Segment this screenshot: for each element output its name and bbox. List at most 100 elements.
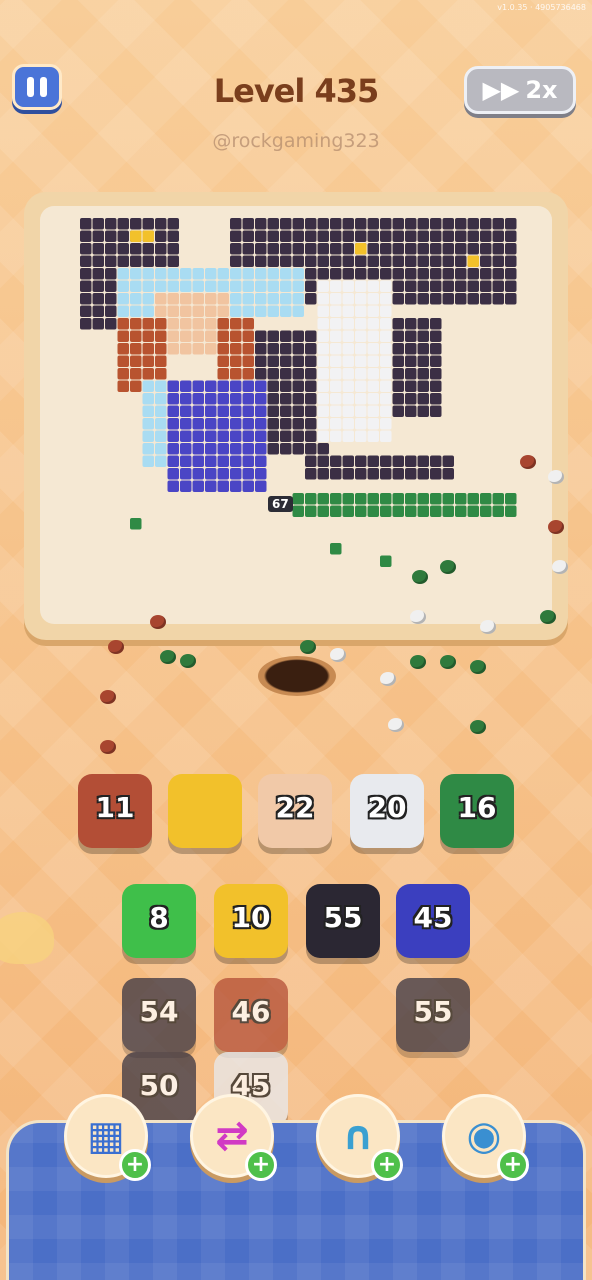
pixel-block	[142, 318, 154, 330]
pixel-block	[142, 343, 154, 355]
pixel-block	[242, 480, 254, 492]
pixel-block	[492, 268, 504, 280]
pixel-block	[442, 468, 454, 480]
ant	[480, 620, 496, 634]
pixel-block	[367, 493, 379, 505]
magnet-icon: ∩	[341, 1113, 375, 1159]
plus-icon[interactable]: +	[245, 1149, 277, 1181]
pixel-block	[167, 468, 179, 480]
plus-icon[interactable]: +	[119, 1149, 151, 1181]
pixel-block	[467, 280, 479, 292]
pixel-block	[155, 418, 167, 430]
pixel-block	[205, 455, 217, 467]
pixel-block	[330, 393, 342, 405]
pixel-block	[242, 343, 254, 355]
pixel-block	[230, 280, 242, 292]
ant-hole	[258, 656, 336, 696]
grid-tile[interactable]: 54	[122, 978, 196, 1052]
pixel-block	[180, 393, 192, 405]
pixel-block	[130, 355, 142, 367]
pixel-block	[380, 393, 392, 405]
pixel-block	[142, 255, 154, 267]
pixel-block	[380, 368, 392, 380]
pixel-block	[142, 368, 154, 380]
queue-tile[interactable]: 11	[78, 774, 152, 848]
pixel-block	[267, 368, 279, 380]
grid-tile[interactable]: 45	[396, 884, 470, 958]
pixel-block	[330, 255, 342, 267]
pixel-block	[455, 230, 467, 242]
pixel-block	[342, 418, 354, 430]
grid-tile[interactable]: 55	[306, 884, 380, 958]
pixel-block	[405, 455, 417, 467]
speed-button[interactable]: ▶▶ 2x	[464, 66, 576, 114]
pixel-block	[355, 230, 367, 242]
pixel-block	[292, 268, 304, 280]
queue-tile[interactable]: 22	[258, 774, 332, 848]
pixel-block	[92, 255, 104, 267]
pixel-block	[367, 330, 379, 342]
pixel-block	[155, 430, 167, 442]
pixel-block	[192, 330, 204, 342]
pixel-block	[367, 468, 379, 480]
booster-button[interactable]: ∩ +	[316, 1094, 403, 1181]
pixel-block	[342, 268, 354, 280]
pixel-block	[167, 218, 179, 230]
pixel-block	[242, 430, 254, 442]
pixel-block	[255, 418, 267, 430]
booster-button[interactable]: ▦ +	[64, 1094, 151, 1181]
queue-tile[interactable]: 16	[440, 774, 514, 848]
pixel-block	[280, 280, 292, 292]
pixel-block	[455, 255, 467, 267]
pixel-block	[405, 280, 417, 292]
pixel-block	[167, 230, 179, 242]
pixel-block	[430, 505, 442, 517]
pixel-block	[180, 468, 192, 480]
ant	[440, 560, 456, 574]
plus-icon[interactable]: +	[497, 1149, 529, 1181]
grid-tile[interactable]: 46	[214, 978, 288, 1052]
queue-tile[interactable]: 20	[350, 774, 424, 848]
queue-tile[interactable]	[168, 774, 242, 848]
pixel-block	[405, 218, 417, 230]
pixel-block	[380, 505, 392, 517]
pixel-block	[117, 268, 129, 280]
pixel-block	[417, 405, 429, 417]
pixel-block	[367, 268, 379, 280]
pixel-block	[505, 293, 517, 305]
pixel-block	[330, 305, 342, 317]
grid-tile[interactable]: 55	[396, 978, 470, 1052]
pixel-block	[205, 468, 217, 480]
grid-tile[interactable]: 10	[214, 884, 288, 958]
pixel-block	[405, 468, 417, 480]
eraser-icon: ◉	[466, 1113, 502, 1159]
pixel-block	[505, 505, 517, 517]
pixel-block	[292, 355, 304, 367]
booster-button[interactable]: ⇄ +	[190, 1094, 277, 1181]
ant	[180, 654, 196, 668]
pixel-block	[255, 393, 267, 405]
pixel-block	[455, 280, 467, 292]
pixel-block	[230, 380, 242, 392]
pixel-block	[180, 443, 192, 455]
booster-button[interactable]: ◉ +	[442, 1094, 529, 1181]
pixel-block	[380, 305, 392, 317]
pixel-block	[492, 293, 504, 305]
pixel-block	[417, 505, 429, 517]
pixel-block	[255, 468, 267, 480]
grid-tile[interactable]: 8	[122, 884, 196, 958]
pixel-block	[330, 330, 342, 342]
pixel-block	[455, 493, 467, 505]
plus-icon[interactable]: +	[371, 1149, 403, 1181]
pixel-block	[330, 505, 342, 517]
pixel-block	[267, 355, 279, 367]
pixel-block	[167, 443, 179, 455]
pixel-block	[280, 393, 292, 405]
pixel-block	[167, 330, 179, 342]
pixel-block	[130, 318, 142, 330]
pixel-block	[442, 218, 454, 230]
pixel-block	[217, 293, 229, 305]
pixel-block	[130, 518, 142, 530]
pixel-block	[355, 243, 367, 255]
pixel-block	[217, 418, 229, 430]
